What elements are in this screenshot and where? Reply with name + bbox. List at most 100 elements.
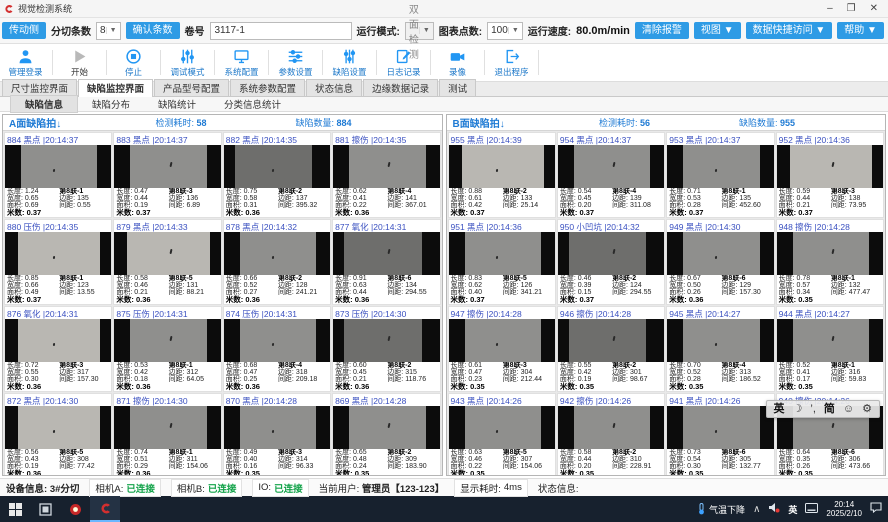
defect-cell[interactable]: 953 黑点 |20:14:37 长度: 0.71宽度: 0.53面积: 0.2… [666,132,774,218]
tab-status-info[interactable]: 状态信息 [306,79,362,96]
defect-image[interactable] [449,232,555,276]
taskbar-app-browser[interactable] [60,496,90,522]
ime-toolbar[interactable]: 英 ☽ ’, 简 ☺ ⚙ [766,400,880,418]
system-config-button[interactable]: 系统配置 [218,45,265,80]
defect-image[interactable] [558,232,664,276]
defect-image[interactable] [5,145,111,189]
defect-cell[interactable]: 875 压伤 |20:14:31 长度: 0.53宽度: 0.42面积: 0.1… [113,306,221,392]
volume-icon[interactable] [768,500,780,518]
defect-cell[interactable]: 955 黑点 |20:14:39 长度: 0.88宽度: 0.61面积: 0.4… [448,132,556,218]
tray-expand-chevron-icon[interactable]: ∧ [753,504,760,515]
defect-settings-button[interactable]: 缺陷设置 [326,45,373,80]
subtab-defect-info[interactable]: 缺陷信息 [10,95,78,113]
tab-system-params[interactable]: 系统参数配置 [230,79,305,96]
defect-cell[interactable]: 945 黑点 |20:14:27 长度: 0.70宽度: 0.52面积: 0.2… [666,306,774,392]
taskbar-app-inspection[interactable] [90,496,120,522]
defect-cell[interactable]: 946 擦伤 |20:14:28 长度: 0.55宽度: 0.42面积: 0.1… [557,306,665,392]
defect-cell[interactable]: 872 黑点 |20:14:30 长度: 0.56宽度: 0.43面积: 0.1… [4,393,112,476]
defect-image[interactable] [333,145,439,189]
defect-image[interactable] [224,406,330,450]
defect-cell[interactable]: 870 黑点 |20:14:28 长度: 0.49宽度: 0.40面积: 0.1… [223,393,331,476]
touch-keyboard-icon[interactable] [805,500,818,518]
tab-size-monitor[interactable]: 尺寸监控界面 [2,79,77,96]
defect-image[interactable] [777,145,883,189]
defect-image[interactable] [667,232,773,276]
defect-cell[interactable]: 880 压伤 |20:14:35 长度: 0.85宽度: 0.66面积: 0.4… [4,219,112,305]
defect-image[interactable] [667,406,773,450]
ime-moon-fullhalf-icon[interactable]: ☽ [793,401,803,417]
minimize-icon[interactable]: – [827,4,833,14]
record-video-button[interactable]: 录像 [434,45,481,80]
parameter-settings-button[interactable]: 参数设置 [272,45,319,80]
defect-image[interactable] [558,319,664,363]
admin-login-button[interactable]: 管理登录 [2,45,49,80]
defect-image[interactable] [558,406,664,450]
defect-image[interactable] [449,406,555,450]
maximize-icon[interactable]: ❐ [847,4,856,14]
defect-image[interactable] [224,145,330,189]
log-record-button[interactable]: 日志记录 [380,45,427,80]
defect-cell[interactable]: 952 黑点 |20:14:36 长度: 0.59宽度: 0.44面积: 0.2… [776,132,884,218]
chart-points-select[interactable]: 100▼ [487,22,523,40]
defect-image[interactable] [777,319,883,363]
tab-product-config[interactable]: 产品型号配置 [154,79,229,96]
defect-image[interactable] [333,319,439,363]
defect-cell[interactable]: 947 擦伤 |20:14:28 长度: 0.61宽度: 0.47面积: 0.2… [448,306,556,392]
ime-punctuation-icon[interactable]: ’, [810,401,816,417]
drive-side-button[interactable]: 传动侧 [2,22,46,39]
defect-image[interactable] [449,145,555,189]
subtab-class-info-stats[interactable]: 分类信息统计 [210,96,295,112]
defect-cell[interactable]: 941 黑点 |20:14:26 长度: 0.73宽度: 0.54面积: 0.3… [666,393,774,476]
defect-image[interactable] [114,232,220,276]
defect-image[interactable] [114,145,220,189]
defect-cell[interactable]: 876 氧化 |20:14:31 长度: 0.72宽度: 0.55面积: 0.3… [4,306,112,392]
close-icon[interactable]: ✕ [870,4,878,14]
ime-settings-gear-icon[interactable]: ⚙ [862,401,872,417]
subtab-defect-distribution[interactable]: 缺陷分布 [78,96,144,112]
defect-image[interactable] [777,232,883,276]
defect-cell[interactable]: 878 黑点 |20:14:32 长度: 0.66宽度: 0.52面积: 0.2… [223,219,331,305]
ime-language-indicator[interactable]: 英 [788,503,797,516]
tab-edge-data-record[interactable]: 边缘数据记录 [363,79,438,96]
subtab-defect-stats[interactable]: 缺陷统计 [144,96,210,112]
defect-cell[interactable]: 882 黑点 |20:14:35 长度: 0.75宽度: 0.58面积: 0.3… [223,132,331,218]
defect-cell[interactable]: 881 擦伤 |20:14:35 长度: 0.62宽度: 0.41面积: 0.2… [332,132,440,218]
help-menu-button[interactable]: 帮助 ▼ [837,22,884,39]
defect-cell[interactable]: 950 小凹坑 |20:14:32 长度: 0.46宽度: 0.39面积: 0.… [557,219,665,305]
exit-program-button[interactable]: 退出程序 [488,45,535,80]
defect-image[interactable] [667,319,773,363]
task-view-button[interactable] [30,496,60,522]
defect-cell[interactable]: 942 擦伤 |20:14:26 长度: 0.58宽度: 0.44面积: 0.2… [557,393,665,476]
defect-cell[interactable]: 948 擦伤 |20:14:28 长度: 0.78宽度: 0.57面积: 0.3… [776,219,884,305]
defect-image[interactable] [5,319,111,363]
defect-image[interactable] [667,145,773,189]
defect-cell[interactable]: 943 黑点 |20:14:26 长度: 0.63宽度: 0.46面积: 0.2… [448,393,556,476]
roll-number-input[interactable] [210,22,352,40]
defect-image[interactable] [5,232,111,276]
tab-defect-monitor[interactable]: 缺陷监控界面 [78,79,153,97]
defect-cell[interactable]: 954 黑点 |20:14:37 长度: 0.54宽度: 0.45面积: 0.2… [557,132,665,218]
view-menu-button[interactable]: 视图 ▼ [694,22,741,39]
defect-image[interactable] [449,319,555,363]
defect-image[interactable] [5,406,111,450]
defect-image[interactable] [114,319,220,363]
clear-alarm-button[interactable]: 清除报警 [635,22,689,39]
quick-access-menu-button[interactable]: 数据快捷访问 ▼ [746,22,833,39]
slit-count-select[interactable]: 8▼ [96,22,121,40]
defect-cell[interactable]: 884 黑点 |20:14:37 长度: 1.24宽度: 0.65面积: 0.6… [4,132,112,218]
stop-button[interactable]: 停止 [110,45,157,80]
ime-emoji-icon[interactable]: ☺ [843,401,854,417]
tab-test[interactable]: 测试 [439,79,476,96]
defect-cell[interactable]: 877 氧化 |20:14:31 长度: 0.91宽度: 0.63面积: 0.4… [332,219,440,305]
defect-image[interactable] [558,145,664,189]
defect-cell[interactable]: 879 黑点 |20:14:33 长度: 0.58宽度: 0.46面积: 0.2… [113,219,221,305]
defect-cell[interactable]: 951 黑点 |20:14:36 长度: 0.83宽度: 0.62面积: 0.4… [448,219,556,305]
ime-simplified-mode[interactable]: 简 [824,401,835,417]
defect-image[interactable] [333,232,439,276]
defect-cell[interactable]: 869 黑点 |20:14:28 长度: 0.65宽度: 0.48面积: 0.2… [332,393,440,476]
start-button[interactable] [0,496,30,522]
notification-center-icon[interactable] [870,500,882,518]
defect-cell[interactable]: 871 擦伤 |20:14:30 长度: 0.74宽度: 0.51面积: 0.2… [113,393,221,476]
defect-image[interactable] [114,406,220,450]
debug-mode-button[interactable]: 调试模式 [164,45,211,80]
